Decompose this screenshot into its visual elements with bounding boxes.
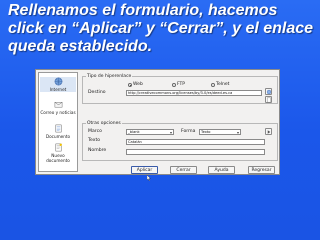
target-in-document-button[interactable] (265, 96, 272, 103)
form-label: Forma (181, 129, 196, 134)
other-options-title: Otras opciones (86, 121, 122, 126)
document-icon (55, 124, 61, 133)
browser-icon (266, 89, 272, 95)
radio-telnet[interactable]: Telnet (211, 82, 229, 87)
new-document-icon (55, 143, 62, 152)
hyperlink-type-sidebar: Internet Correo y noticias Documento Nue… (38, 72, 78, 172)
radio-telnet-label: Telnet (216, 82, 230, 87)
events-button[interactable] (265, 128, 272, 135)
sidebar-item-internet[interactable]: Internet (40, 77, 76, 92)
sidebar-item-new-document[interactable]: Nuevo documento (40, 143, 76, 163)
mail-icon (54, 102, 62, 108)
sidebar-item-label: Internet (49, 87, 67, 92)
help-button[interactable]: Ayuda (208, 166, 235, 174)
globe-icon (54, 77, 62, 86)
sidebar-item-mail-news[interactable]: Correo y noticias (40, 100, 76, 115)
radio-ftp[interactable]: FTP (172, 82, 185, 87)
close-button[interactable]: Cerrar (170, 166, 197, 174)
name-input[interactable] (126, 149, 265, 155)
slide-headline: Rellenamos el formulario, hacemos click … (8, 2, 314, 55)
hyperlink-type-title: Tipo de hiperenlace (86, 74, 133, 79)
events-icon (267, 130, 271, 134)
text-input[interactable]: Catalán (126, 139, 265, 145)
hyperlink-dialog: Internet Correo y noticias Documento Nue… (35, 69, 280, 175)
browser-button[interactable] (265, 88, 272, 95)
back-button[interactable]: Regresar (248, 166, 275, 174)
frame-select[interactable]: _blank (126, 129, 174, 135)
sidebar-item-label: Correo y noticias (40, 110, 76, 115)
radio-ftp-label: FTP (177, 82, 185, 87)
apply-button[interactable]: Aplicar (131, 166, 158, 174)
target-label: Destino (88, 90, 106, 95)
target-url-input[interactable]: http://creativecommons.org/licenses/by/3… (126, 90, 262, 96)
sidebar-item-label: Documento (45, 134, 71, 139)
name-label: Nombre (88, 148, 107, 153)
radio-web-label: Web (133, 82, 143, 87)
frame-label: Marco (88, 129, 102, 134)
radio-web[interactable]: Web (128, 82, 143, 87)
target-icon (267, 97, 271, 103)
sidebar-item-label: Nuevo documento (46, 153, 70, 163)
mouse-cursor-icon (147, 175, 151, 181)
text-label: Texto (88, 138, 101, 143)
sidebar-item-document[interactable]: Documento (40, 124, 76, 139)
form-select[interactable]: Texto (199, 129, 241, 135)
